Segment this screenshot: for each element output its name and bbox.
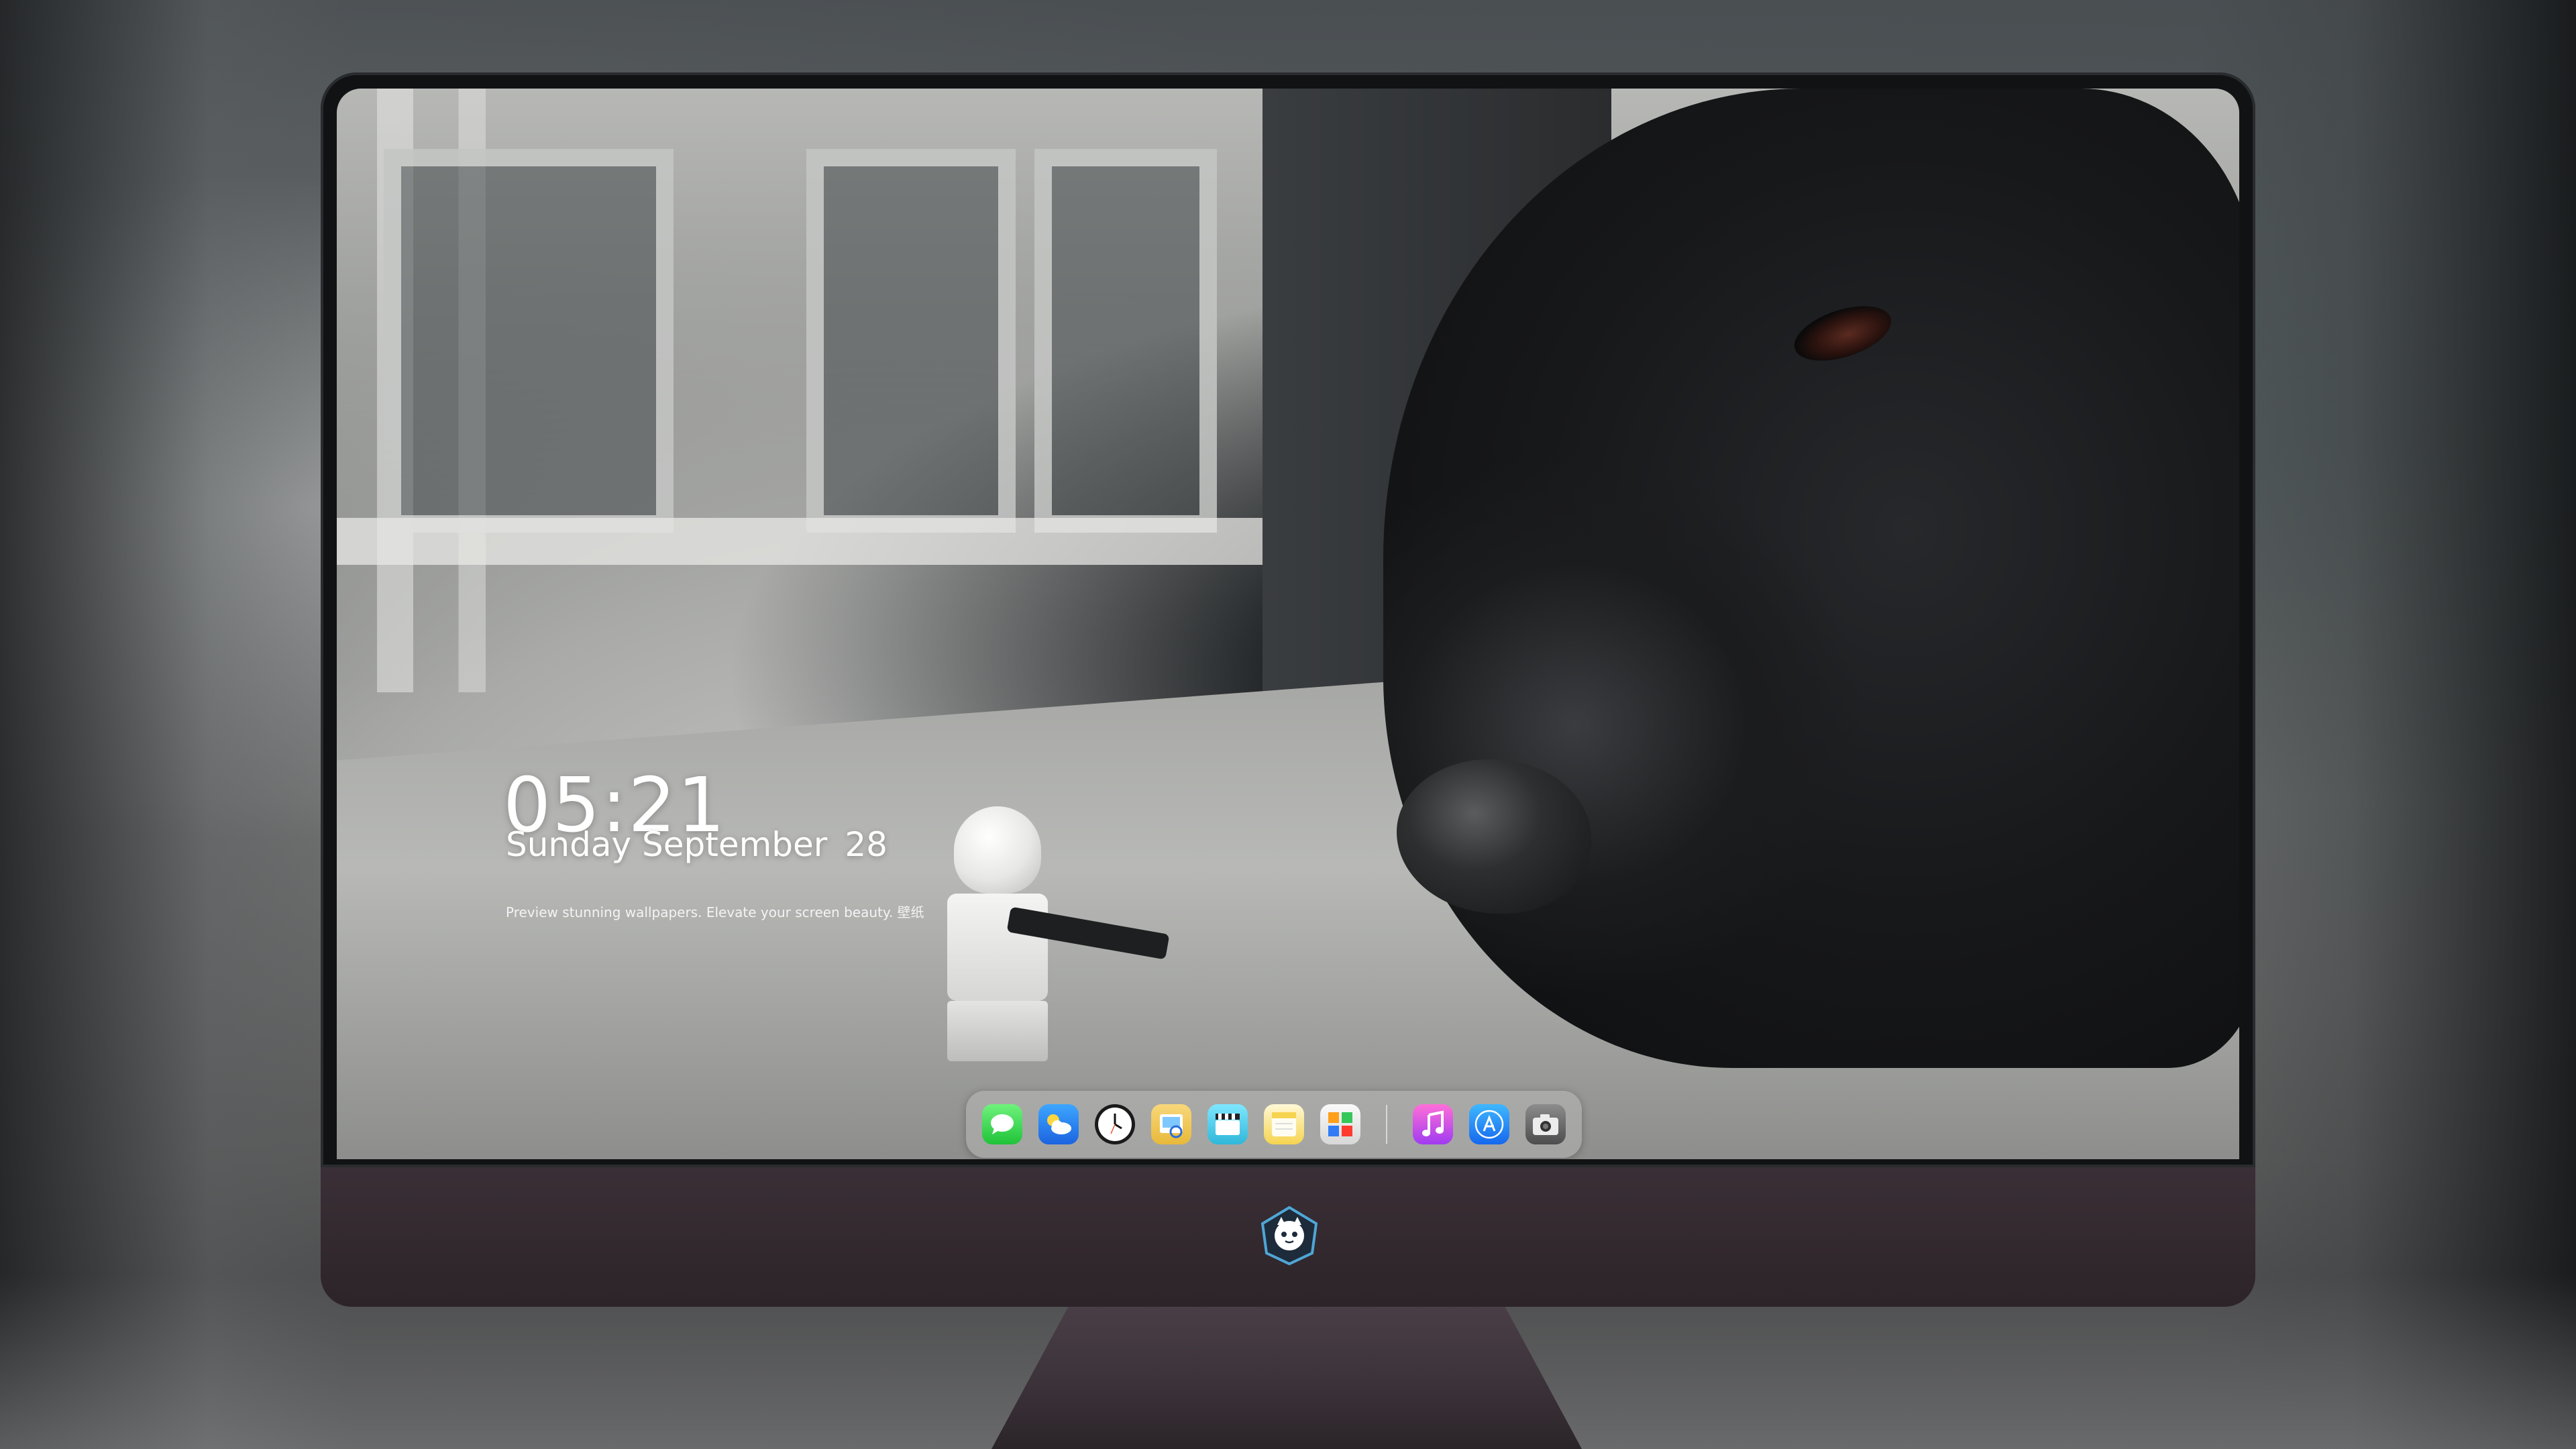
app-store-glyph [1474,1110,1504,1139]
monitor-bezel: 05:21 Sunday September 28 Preview stunnin… [321,72,2255,1167]
dock-separator [1386,1105,1387,1144]
lock-screen-date-day: Sunday September [506,825,828,864]
dock [966,1091,1582,1158]
music-note-glyph [1422,1110,1444,1136]
photos-glyph [1328,1112,1352,1136]
lock-screen-date-number: 28 [845,825,888,864]
preview-glyph [1160,1114,1183,1138]
lock-screen: 05:21 Sunday September 28 Preview stunnin… [337,89,2239,1159]
music-icon[interactable] [1413,1104,1453,1144]
clock-glyph [1098,1108,1132,1141]
photos-icon[interactable] [1320,1104,1360,1144]
wallpaper-window-pane [1034,149,1217,533]
weather-glyph [1047,1114,1071,1134]
wallpaper-lego-trooper [927,806,1170,1061]
wallpaper-dog [1383,89,2239,1068]
claquette-glyph [1216,1114,1240,1135]
lock-screen-tagline: Preview stunning wallpapers. Elevate you… [506,904,924,920]
wallpaper-window-pane [806,149,1016,533]
weather-icon[interactable] [1038,1104,1079,1144]
notes-icon[interactable] [1264,1104,1304,1144]
camera-icon[interactable] [1525,1104,1566,1144]
preview-icon[interactable] [1151,1104,1191,1144]
notes-glyph [1272,1112,1296,1136]
wallpaper-window-pane [384,149,674,533]
trooper-legs [947,1001,1048,1061]
background-blur-left [0,0,349,1449]
claquette-icon[interactable] [1208,1104,1248,1144]
messages-glyph [991,1114,1014,1134]
wallpaper-window-sill [337,518,1263,565]
clock-icon[interactable] [1095,1104,1135,1144]
monitor: 05:21 Sunday September 28 Preview stunnin… [321,72,2255,1307]
app-store-icon[interactable] [1469,1104,1509,1144]
background-blur-right [2200,0,2576,1449]
camera-glyph [1533,1114,1558,1135]
monitor-stand [991,1307,1582,1449]
cat-mascot-logo-icon [1260,1205,1318,1266]
trooper-head [954,806,1041,894]
messages-icon[interactable] [982,1104,1022,1144]
lock-screen-date: Sunday September 28 [506,825,888,864]
trooper-body [947,894,1048,1001]
